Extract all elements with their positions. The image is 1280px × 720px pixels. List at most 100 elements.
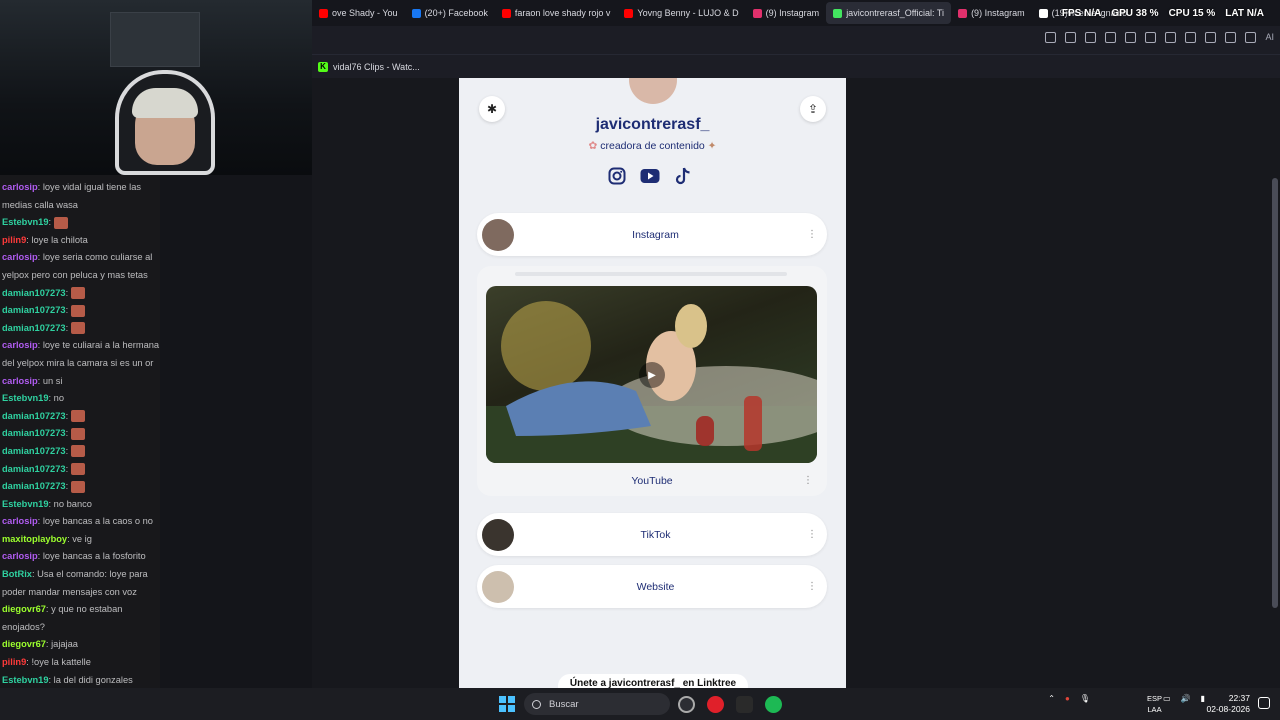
settings-icon[interactable] bbox=[1145, 32, 1157, 43]
system-clock[interactable]: 22:37 02-08-2026 bbox=[1207, 693, 1250, 715]
chat-message: carlosip: un si bbox=[2, 373, 162, 391]
link-youtube[interactable]: ▶ YouTube ⋮ bbox=[477, 266, 827, 496]
chat-username[interactable]: carlosip bbox=[2, 252, 38, 262]
browser-tab[interactable]: (20+) Facebook bbox=[405, 2, 495, 24]
profile-icon[interactable] bbox=[1225, 32, 1237, 43]
chat-message: damian107273: bbox=[2, 320, 162, 338]
download-icon[interactable] bbox=[1185, 32, 1197, 43]
profile-name: javicontrerasf_ bbox=[595, 116, 710, 133]
chat-username[interactable]: damian107273 bbox=[2, 323, 66, 333]
play-icon[interactable]: ▶ bbox=[639, 362, 665, 388]
instagram-thumbnail bbox=[482, 218, 514, 251]
chat-username[interactable]: carlosip bbox=[2, 551, 38, 561]
bookmark-item[interactable]: vidal76 Clips - Watc... bbox=[333, 62, 420, 72]
chat-username[interactable]: damian107273 bbox=[2, 411, 66, 421]
chat-username[interactable]: maxitoplayboy bbox=[2, 534, 67, 544]
fairy-emoji-icon: ✦ bbox=[707, 140, 717, 152]
chat-text: : bbox=[65, 481, 69, 492]
chat-username[interactable]: carlosip bbox=[2, 182, 38, 192]
chat-text: : ve ig bbox=[67, 533, 92, 544]
browser-tab[interactable]: faraon love shady rojo v bbox=[495, 2, 618, 24]
chat-username[interactable]: BotRix bbox=[2, 569, 32, 579]
more-options-icon[interactable]: ⋮ bbox=[803, 229, 821, 240]
chat-username[interactable]: Estebvn19 bbox=[2, 499, 49, 509]
chat-message: Estebvn19: bbox=[2, 214, 162, 232]
chat-message: carlosip: loye bancas a la caos o no bbox=[2, 513, 162, 531]
chat-emote-icon bbox=[54, 216, 69, 229]
chat-text: : no bbox=[48, 393, 65, 404]
browser-tab[interactable]: ove Shady - You bbox=[312, 2, 405, 24]
chat-username[interactable]: damian107273 bbox=[2, 446, 66, 456]
chat-username[interactable]: damian107273 bbox=[2, 305, 66, 315]
camera-icon[interactable] bbox=[1065, 32, 1077, 43]
chat-message: diegovr67: jajajaa bbox=[2, 636, 162, 654]
youtube-video-preview[interactable]: ▶ bbox=[486, 286, 817, 463]
chat-message: pilin9: !oye la kattelle bbox=[2, 654, 162, 672]
browser-tab[interactable]: Yovng Benny - LUJO & D bbox=[617, 2, 745, 24]
chat-username[interactable]: carlosip bbox=[2, 340, 38, 350]
spotify-icon[interactable] bbox=[765, 696, 782, 713]
page-scrollbar[interactable] bbox=[1272, 178, 1278, 608]
chat-username[interactable]: pilin9 bbox=[2, 235, 26, 245]
chat-username[interactable]: Estebvn19 bbox=[2, 217, 49, 227]
chat-username[interactable]: damian107273 bbox=[2, 428, 66, 438]
cube-icon[interactable] bbox=[1245, 32, 1257, 43]
link-website[interactable]: Website ⋮ bbox=[477, 565, 827, 608]
more-options-icon[interactable]: ⋮ bbox=[803, 475, 813, 486]
more-options-icon[interactable]: ⋮ bbox=[803, 581, 821, 592]
obs-icon[interactable] bbox=[678, 696, 695, 713]
youtube-icon[interactable] bbox=[640, 166, 660, 186]
browser-tab[interactable]: (9) Instagram bbox=[746, 2, 827, 24]
play-icon[interactable] bbox=[1125, 32, 1137, 43]
chat-text: : no banco bbox=[48, 498, 92, 509]
link-tiktok[interactable]: TikTok ⋮ bbox=[477, 513, 827, 556]
input-language[interactable]: ESP LAA bbox=[1147, 693, 1162, 715]
opera-gx-icon[interactable] bbox=[707, 696, 724, 713]
antivirus-icon[interactable]: ● bbox=[1065, 694, 1070, 703]
network-icon[interactable]: ▭ bbox=[1163, 694, 1171, 703]
join-linktree-button[interactable]: Únete a javicontrerasf_ en Linktree bbox=[558, 674, 748, 688]
more-options-icon[interactable]: ⋮ bbox=[803, 529, 821, 540]
chat-username[interactable]: damian107273 bbox=[2, 288, 66, 298]
chat-username[interactable]: pilin9 bbox=[2, 657, 26, 667]
edit-icon[interactable] bbox=[1045, 32, 1057, 43]
volume-icon[interactable]: 🔊 bbox=[1181, 694, 1191, 703]
linktree-profile: ✱ ⇪ javicontrerasf_ ✿ creadora de conten… bbox=[459, 78, 846, 688]
menu-icon[interactable] bbox=[1205, 32, 1217, 43]
web-page: ✱ ⇪ javicontrerasf_ ✿ creadora de conten… bbox=[312, 78, 1280, 688]
chat-username[interactable]: carlosip bbox=[2, 376, 38, 386]
tab-favicon-icon bbox=[1038, 8, 1048, 18]
microphone-icon[interactable]: 🎙 bbox=[1080, 694, 1090, 703]
chat-username[interactable]: diegovr67 bbox=[2, 604, 46, 614]
heart-icon[interactable] bbox=[1165, 32, 1177, 43]
shield-icon[interactable] bbox=[1085, 32, 1097, 43]
chevron-up-icon[interactable]: ⌃ bbox=[1048, 694, 1055, 703]
browser-tab[interactable]: javicontrerasf_Official: Ti bbox=[826, 2, 952, 24]
chat-message: Estebvn19: la del didi gonzales bbox=[2, 672, 162, 690]
chat-message: carlosip: loye seria como culiarse al ye… bbox=[2, 249, 162, 284]
chat-username[interactable]: Estebvn19 bbox=[2, 393, 49, 403]
taskbar-search[interactable]: Buscar bbox=[524, 693, 670, 715]
chat-message: pilin9: loye la chilota bbox=[2, 232, 162, 250]
tiktok-icon[interactable] bbox=[673, 166, 693, 186]
notification-icon[interactable] bbox=[1258, 697, 1270, 709]
chat-username[interactable]: diegovr67 bbox=[2, 639, 46, 649]
tab-label: (9) Instagram bbox=[971, 8, 1025, 18]
chat-message: Estebvn19: no bbox=[2, 390, 162, 408]
extension-icon[interactable] bbox=[1105, 32, 1117, 43]
tab-label: ove Shady - You bbox=[332, 8, 398, 18]
windows-start-icon[interactable] bbox=[499, 696, 515, 712]
browser-tab[interactable]: (9) Instagram bbox=[951, 2, 1032, 24]
link-instagram[interactable]: Instagram ⋮ bbox=[477, 213, 827, 256]
battery-icon[interactable]: ▮ bbox=[1201, 694, 1205, 703]
chat-backdrop bbox=[160, 175, 312, 720]
chat-username[interactable]: damian107273 bbox=[2, 481, 66, 491]
instagram-icon[interactable] bbox=[607, 166, 627, 186]
epic-games-icon[interactable] bbox=[736, 696, 753, 713]
chat-username[interactable]: damian107273 bbox=[2, 464, 66, 474]
chat-text: : bbox=[48, 217, 52, 228]
chat-text: : la del didi gonzales bbox=[48, 674, 133, 685]
chat-username[interactable]: carlosip bbox=[2, 516, 38, 526]
chat-username[interactable]: Estebvn19 bbox=[2, 675, 49, 685]
ai-button[interactable]: AI bbox=[1265, 32, 1274, 43]
